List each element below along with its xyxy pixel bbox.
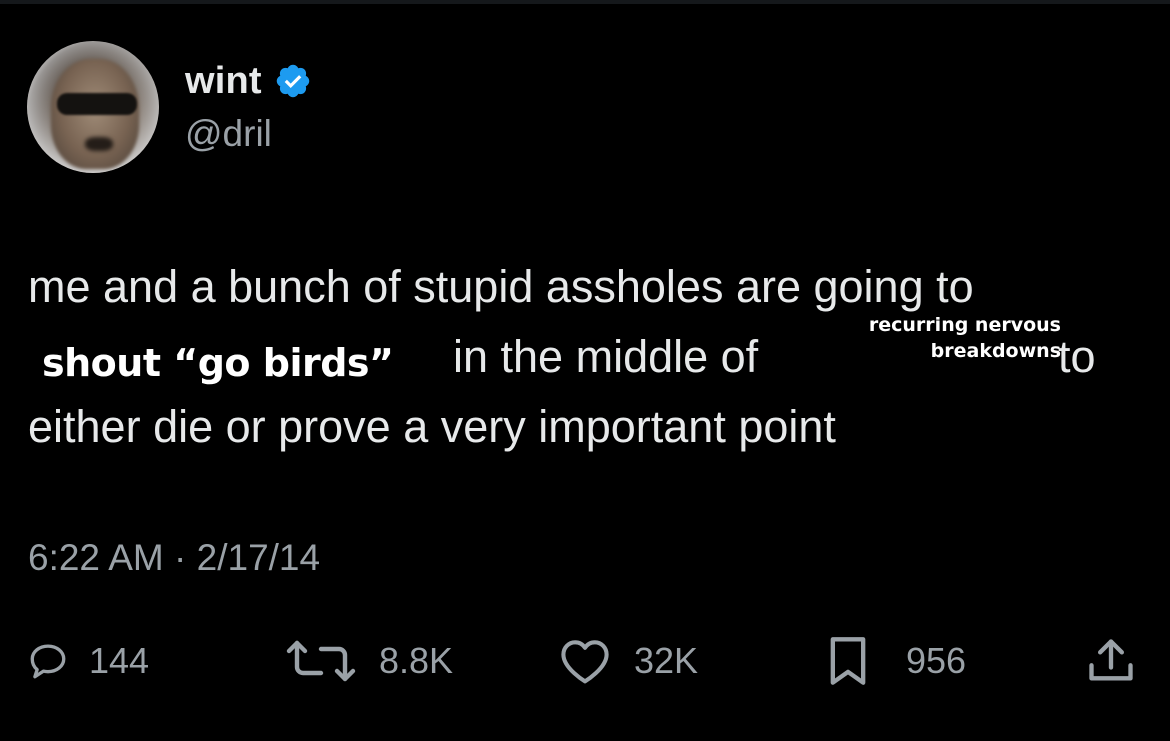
repost-count: 8.8K: [379, 640, 454, 681]
overlay-caption-1: shout “go birds”: [42, 341, 394, 385]
bookmark-icon: [826, 635, 870, 687]
heart-icon: [556, 637, 614, 685]
tweet-line-2-middle: in the middle of: [453, 331, 759, 382]
author-display-name[interactable]: wint: [185, 60, 262, 103]
like-button[interactable]: 32K: [556, 636, 698, 686]
author-handle[interactable]: @dril: [185, 113, 272, 155]
top-divider: [0, 0, 1170, 4]
overlay-caption-2-line-2: breakdowns: [930, 340, 1061, 362]
avatar-sunglasses: [57, 93, 137, 115]
repost-icon: [285, 639, 357, 683]
verified-badge-icon[interactable]: [274, 62, 312, 100]
author-name-row[interactable]: wint: [185, 58, 312, 104]
repost-button[interactable]: 8.8K: [285, 636, 453, 686]
tweet-line-3: either die or prove a very important poi…: [28, 401, 836, 452]
tweet-line-2-end: to: [1058, 331, 1096, 382]
share-button[interactable]: [1085, 636, 1137, 686]
like-count: 32K: [634, 640, 699, 681]
reply-count: 144: [89, 640, 150, 681]
avatar-mouth: [85, 137, 113, 151]
tweet-timestamp[interactable]: 6:22 AM · 2/17/14: [28, 537, 320, 579]
bookmark-button[interactable]: 956: [826, 636, 966, 686]
bookmark-count: 956: [906, 640, 967, 681]
share-icon: [1085, 635, 1137, 687]
overlay-caption-2: recurring nervous breakdowns: [821, 312, 1061, 364]
overlay-caption-2-line-1: recurring nervous: [868, 314, 1061, 336]
avatar[interactable]: [27, 41, 159, 173]
reply-icon: [27, 640, 69, 682]
reply-button[interactable]: 144: [27, 636, 149, 686]
